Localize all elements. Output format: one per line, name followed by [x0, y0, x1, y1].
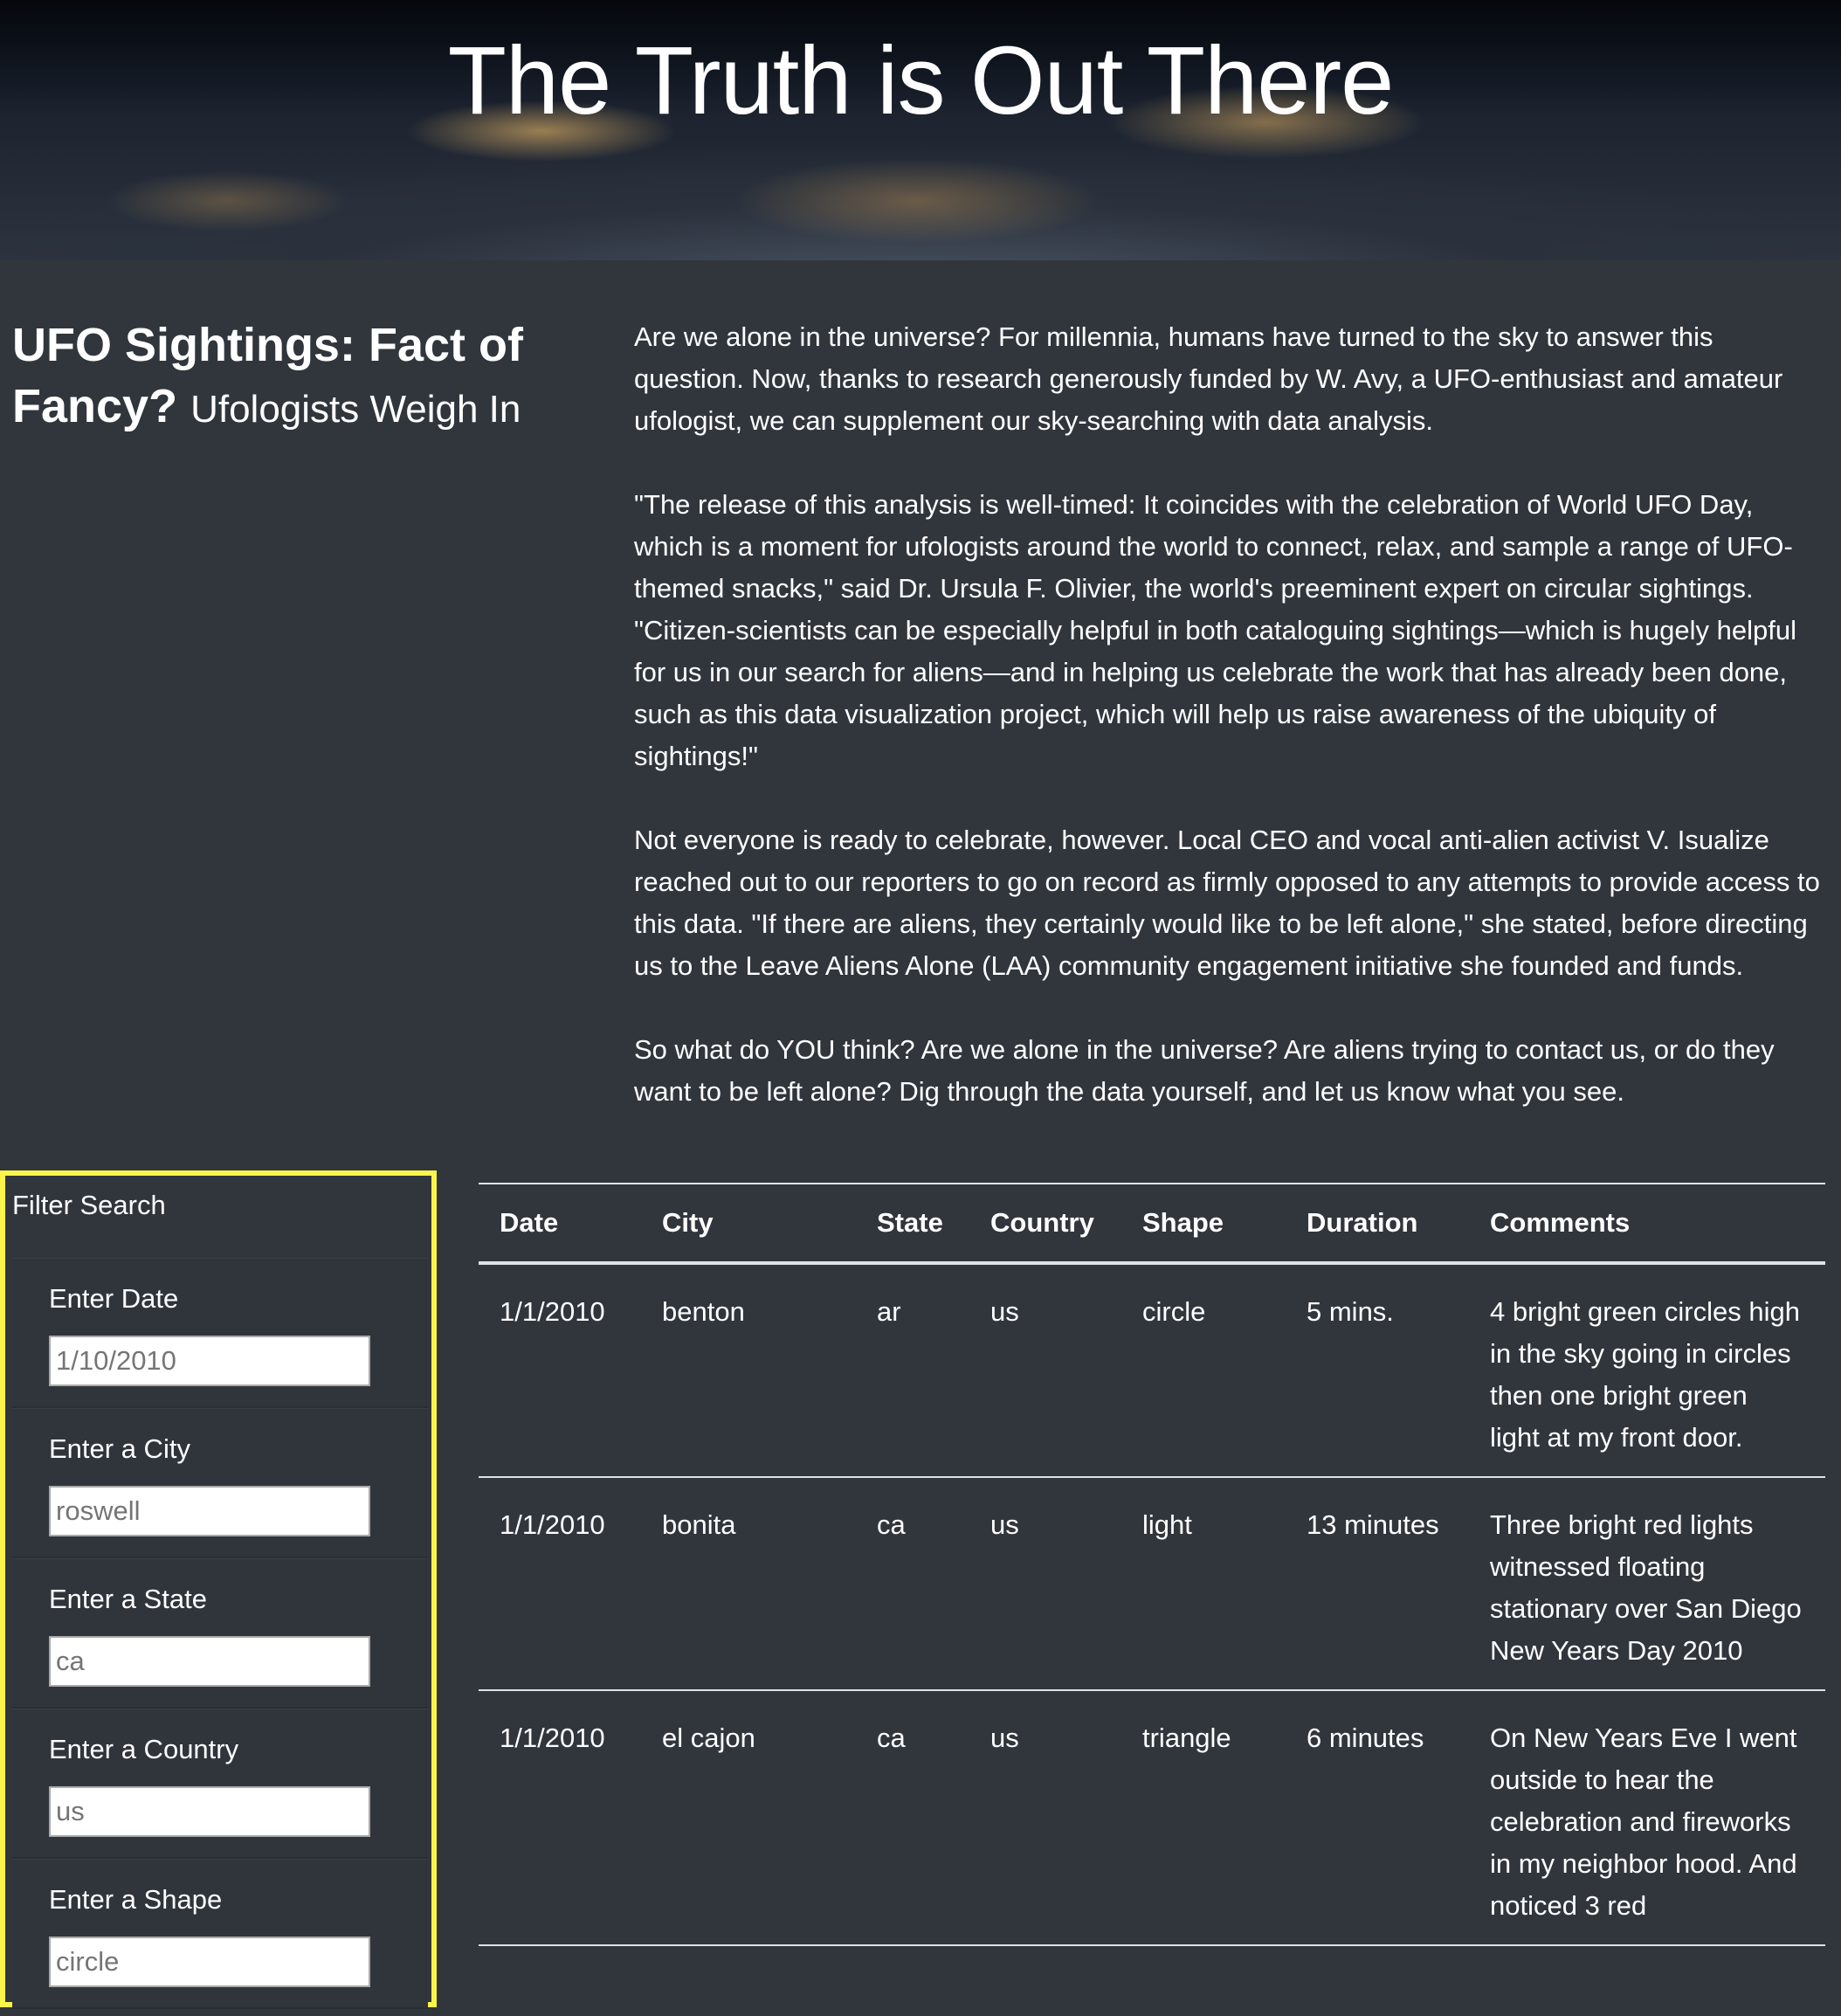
sidebar-heading: UFO Sightings: Fact of Fancy? Ufologists…	[12, 314, 536, 440]
cell-city: el cajon	[641, 1690, 856, 1946]
cell-state: ca	[856, 1477, 969, 1691]
filter-country: Enter a Country	[12, 1709, 428, 1859]
cell-comments: On New Years Eve I went outside to hear …	[1469, 1690, 1825, 1946]
cell-date: 1/1/2010	[479, 1690, 641, 1946]
cell-country: us	[969, 1690, 1121, 1946]
filter-list: Enter Date Enter a City Enter a State En…	[12, 1258, 428, 2009]
filter-state: Enter a State	[12, 1558, 428, 1709]
article-paragraph: Not everyone is ready to celebrate, howe…	[634, 825, 1820, 981]
filter-city-label: Enter a City	[49, 1433, 190, 1464]
filter-date: Enter Date	[12, 1258, 428, 1408]
article-paragraph: So what do YOU think? Are we alone in th…	[634, 1034, 1775, 1107]
col-shape: Shape	[1121, 1183, 1286, 1265]
table-header: Date City State Country Shape Duration C…	[479, 1183, 1825, 1265]
date-input[interactable]	[49, 1336, 370, 1386]
filter-panel: Filter Search Enter Date Enter a City En…	[0, 1170, 437, 2009]
article-paragraph: "The release of this analysis is well-ti…	[634, 489, 1796, 771]
col-city: City	[641, 1183, 856, 1265]
country-input[interactable]	[49, 1786, 370, 1837]
hero-banner: The Truth is Out There	[0, 0, 1841, 260]
col-country: Country	[969, 1183, 1121, 1265]
table-header-row: Date City State Country Shape Duration C…	[479, 1183, 1825, 1265]
hero-title: The Truth is Out There	[447, 27, 1395, 135]
cell-shape: circle	[1121, 1263, 1286, 1478]
col-duration: Duration	[1286, 1183, 1469, 1265]
city-input[interactable]	[49, 1486, 370, 1536]
article-body: Are we alone in the universe? For millen…	[634, 316, 1822, 1155]
cell-comments: 4 bright green circles high in the sky g…	[1469, 1263, 1825, 1478]
filter-shape: Enter a Shape	[12, 1859, 428, 2009]
cell-date: 1/1/2010	[479, 1477, 641, 1691]
col-comments: Comments	[1469, 1183, 1825, 1265]
ufo-table: Date City State Country Shape Duration C…	[479, 1183, 1825, 1946]
filter-country-label: Enter a Country	[49, 1734, 239, 1764]
filter-title: Filter Search	[12, 1190, 166, 1220]
cell-shape: triangle	[1121, 1690, 1286, 1946]
cell-state: ca	[856, 1690, 969, 1946]
cell-duration: 5 mins.	[1286, 1263, 1469, 1478]
cell-city: bonita	[641, 1477, 856, 1691]
cell-comments: Three bright red lights witnessed floati…	[1469, 1477, 1825, 1691]
shape-input[interactable]	[49, 1937, 370, 1987]
table-row: 1/1/2010 el cajon ca us triangle 6 minut…	[479, 1690, 1825, 1946]
table-row: 1/1/2010 benton ar us circle 5 mins. 4 b…	[479, 1263, 1825, 1478]
state-input[interactable]	[49, 1636, 370, 1687]
article-paragraph: Are we alone in the universe? For millen…	[634, 321, 1783, 436]
filter-date-label: Enter Date	[49, 1283, 179, 1314]
cell-date: 1/1/2010	[479, 1263, 641, 1478]
filter-state-label: Enter a State	[49, 1584, 207, 1614]
cell-country: us	[969, 1477, 1121, 1691]
cell-duration: 13 minutes	[1286, 1477, 1469, 1691]
filter-city: Enter a City	[12, 1408, 428, 1558]
col-state: State	[856, 1183, 969, 1265]
cell-state: ar	[856, 1263, 969, 1478]
page-subtitle: Ufologists Weigh In	[190, 388, 521, 431]
page-title: UFO Sightings: Fact of Fancy? Ufologists…	[12, 314, 536, 440]
filter-shape-label: Enter a Shape	[49, 1884, 223, 1915]
cell-country: us	[969, 1263, 1121, 1478]
cell-duration: 6 minutes	[1286, 1690, 1469, 1946]
col-date: Date	[479, 1183, 641, 1265]
cell-city: benton	[641, 1263, 856, 1478]
table-body: 1/1/2010 benton ar us circle 5 mins. 4 b…	[479, 1263, 1825, 1946]
table-row: 1/1/2010 bonita ca us light 13 minutes T…	[479, 1477, 1825, 1691]
ufo-table-container: Date City State Country Shape Duration C…	[479, 1183, 1825, 1946]
cell-shape: light	[1121, 1477, 1286, 1691]
